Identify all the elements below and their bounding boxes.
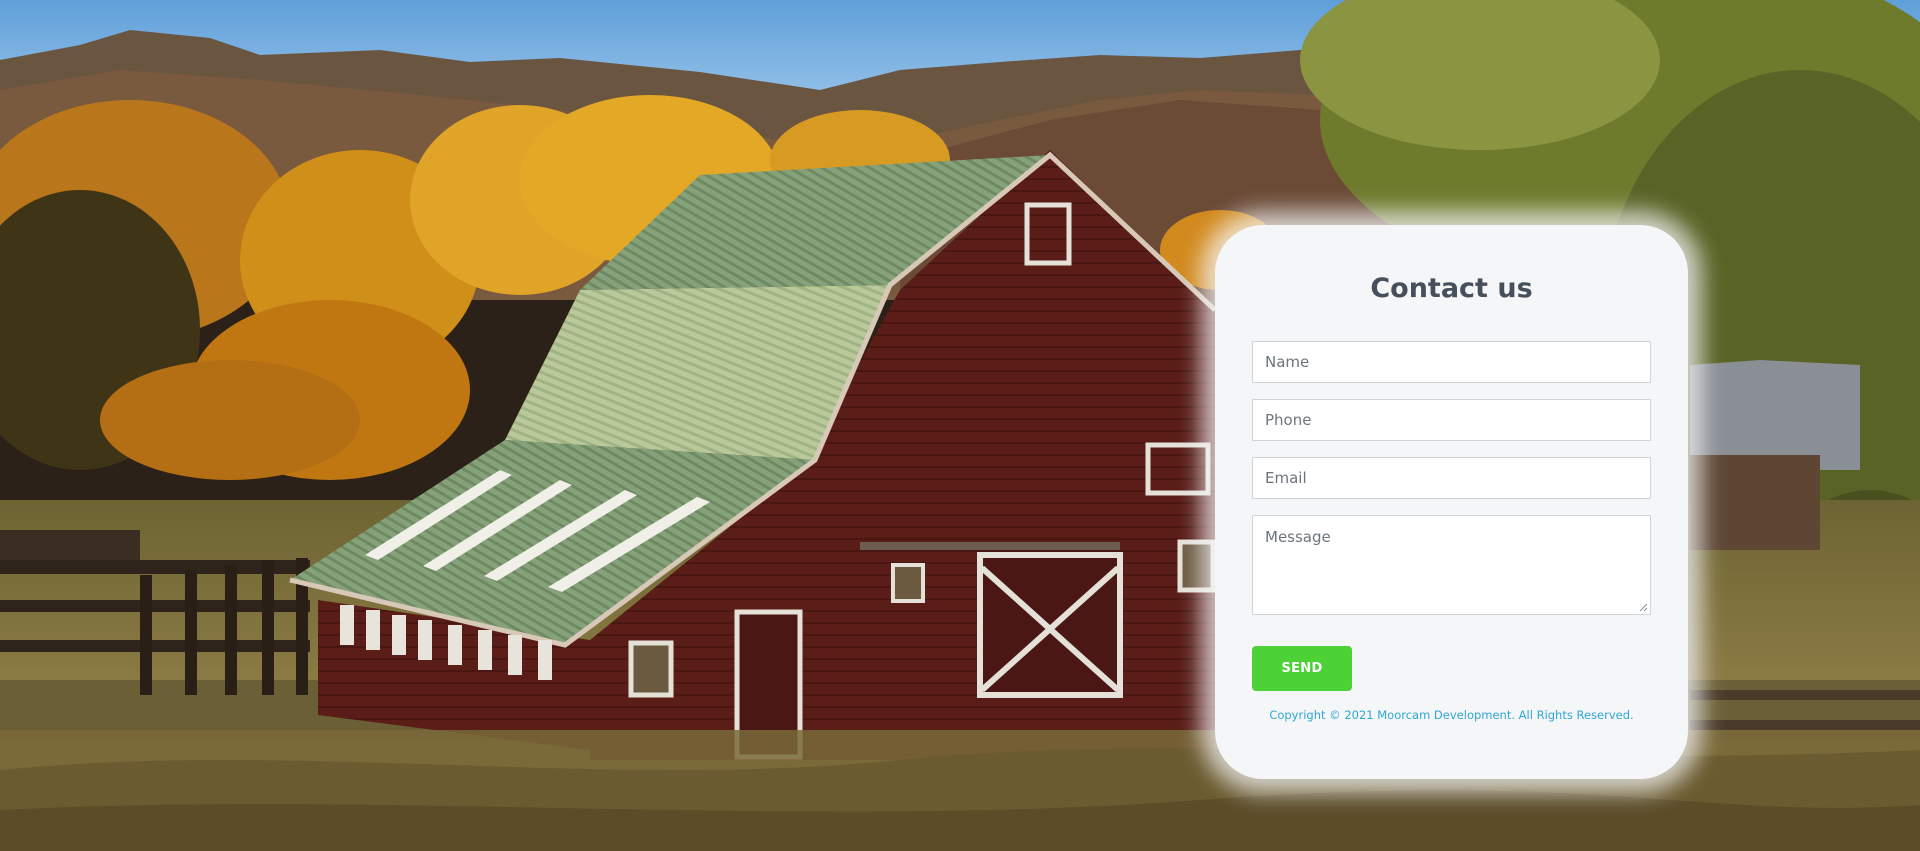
phone-input[interactable] <box>1252 399 1651 441</box>
contact-title: Contact us <box>1370 273 1533 304</box>
message-textarea[interactable] <box>1252 515 1651 615</box>
contact-form-card: Contact us SEND Copyright © 2021 Moorcam… <box>1215 225 1688 779</box>
copyright-text: Copyright © 2021 Moorcam Development. Al… <box>1269 708 1634 722</box>
resize-grip-icon[interactable] <box>1639 603 1648 612</box>
name-input[interactable] <box>1252 341 1651 383</box>
email-input[interactable] <box>1252 457 1651 499</box>
send-button[interactable]: SEND <box>1252 646 1352 691</box>
